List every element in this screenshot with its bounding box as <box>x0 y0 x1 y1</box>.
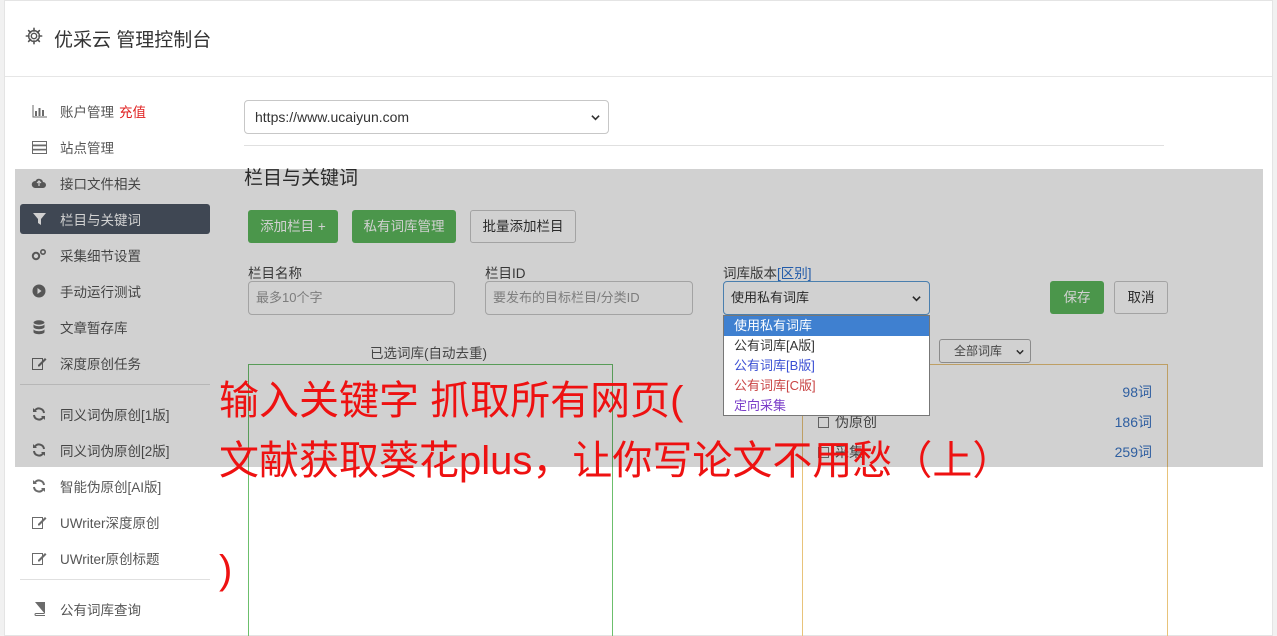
dropdown-option[interactable]: 公有词库[A版] <box>724 336 929 356</box>
sidebar-item-ai-rewrite[interactable]: 智能伪原创[AI版] <box>20 471 210 501</box>
caption-line-1: 输入关键字 抓取所有网页( <box>219 379 684 423</box>
site-select[interactable]: https://www.ucaiyun.com <box>244 100 609 134</box>
divider <box>244 145 1164 146</box>
edit-icon <box>31 514 47 530</box>
sidebar-item-sites[interactable]: 站点管理 <box>20 132 210 162</box>
dropdown-option[interactable]: 公有词库[B版] <box>724 356 929 376</box>
sidebar-item-label: 公有词库查询 <box>60 603 141 618</box>
sidebar-item-uwriter-deep[interactable]: UWriter深度原创 <box>20 507 210 537</box>
sidebar-item-label: UWriter原创标题 <box>60 552 160 567</box>
chevron-down-icon <box>591 115 600 121</box>
lib-version-dropdown[interactable]: 使用私有词库 公有词库[A版] 公有词库[B版] 公有词库[C版] 定向采集 <box>723 315 930 416</box>
dropdown-option[interactable]: 定向采集 <box>724 396 929 416</box>
edit-icon <box>31 550 47 566</box>
recharge-link[interactable]: 充值 <box>119 101 146 121</box>
sidebar-item-label: 账户管理 <box>60 105 114 120</box>
refresh-icon <box>31 478 47 494</box>
sidebar-divider <box>20 579 210 580</box>
sidebar-item-label: 站点管理 <box>60 141 114 156</box>
bar-chart-icon <box>31 103 47 119</box>
sidebar-item-label: 智能伪原创[AI版] <box>60 480 162 495</box>
sidebar-item-account[interactable]: 账户管理 充值 <box>20 96 210 126</box>
header: 优采云 管理控制台 <box>5 1 1272 77</box>
dropdown-option[interactable]: 使用私有词库 <box>724 316 929 336</box>
caption-line-2: 文献获取葵花plus，让你写论文不用愁（上） <box>219 439 1013 483</box>
gear-icon <box>25 27 43 45</box>
sidebar-item-public-lib[interactable]: 公有词库查询 <box>20 594 210 624</box>
server-icon <box>31 139 47 155</box>
book-icon <box>31 601 47 617</box>
dropdown-option[interactable]: 公有词库[C版] <box>724 376 929 396</box>
caption-line-3: ) <box>219 548 233 592</box>
sidebar-item-label: UWriter深度原创 <box>60 516 160 531</box>
sidebar-item-uwriter-title[interactable]: UWriter原创标题 <box>20 543 210 573</box>
app-title: 优采云 管理控制台 <box>54 30 212 51</box>
